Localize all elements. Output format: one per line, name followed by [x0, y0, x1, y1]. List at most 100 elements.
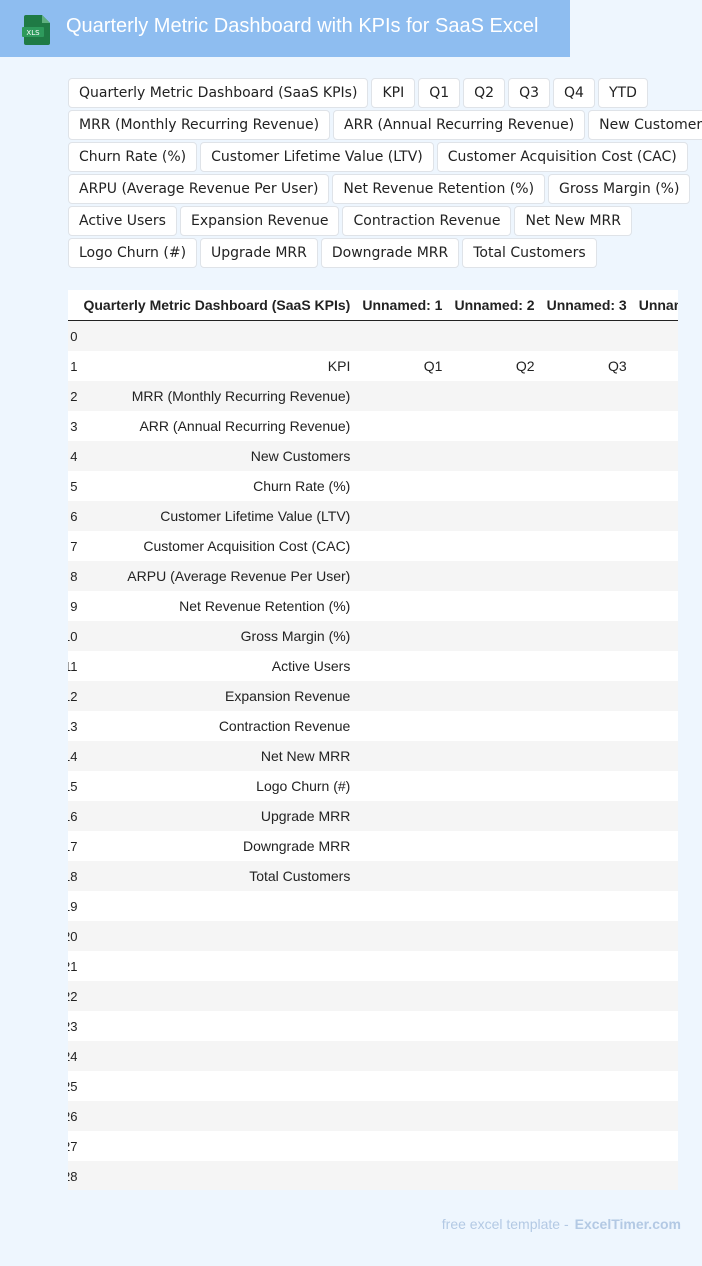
table-cell — [356, 531, 449, 561]
table-row: 25 — [68, 1071, 678, 1101]
table-cell — [448, 320, 541, 351]
table-cell — [632, 381, 678, 411]
table-cell — [632, 831, 678, 861]
column-header[interactable]: Unnamed: 1 — [356, 290, 449, 321]
table-cell — [448, 501, 541, 531]
table-cell — [356, 1131, 449, 1161]
table-body: 01KPIQ1Q2Q3Q42MRR (Monthly Recurring Rev… — [68, 320, 678, 1190]
row-index: 24 — [68, 1041, 78, 1071]
column-chip[interactable]: Downgrade MRR — [320, 238, 460, 268]
table-cell — [448, 1101, 541, 1131]
column-header[interactable]: Unnamed: 4 — [632, 290, 678, 321]
table-cell — [77, 981, 357, 1011]
table-row: 9 Net Revenue Retention (%) — [68, 591, 678, 621]
column-header[interactable]: Unnamed: 2 — [448, 290, 541, 321]
table-row: 6 Customer Lifetime Value (LTV) — [68, 501, 678, 531]
table-cell — [540, 771, 633, 801]
table-cell — [540, 981, 633, 1011]
table-cell — [540, 441, 633, 471]
table-cell — [632, 891, 678, 921]
column-chip[interactable]: Contraction Revenue — [342, 206, 512, 236]
table-cell — [632, 1131, 678, 1161]
table-cell — [540, 621, 633, 651]
table-cell — [77, 1041, 357, 1071]
row-index: 2 — [68, 381, 78, 411]
column-chip[interactable]: Q1 — [418, 78, 461, 108]
row-index: 19 — [68, 891, 78, 921]
table-row: 4 New Customers — [68, 441, 678, 471]
table-cell — [632, 921, 678, 951]
chip-row: ARPU (Average Revenue Per User) Net Reven… — [68, 174, 694, 204]
column-chip[interactable]: Customer Lifetime Value (LTV) — [200, 142, 434, 172]
table-cell — [540, 1161, 633, 1190]
table-cell — [356, 981, 449, 1011]
table-cell — [356, 741, 449, 771]
footer-brand-link[interactable]: ExcelTimer.com — [575, 1216, 681, 1232]
column-chip[interactable]: Customer Acquisition Cost (CAC) — [436, 142, 688, 172]
column-chip[interactable]: Q3 — [508, 78, 551, 108]
table-cell — [356, 441, 449, 471]
table-cell — [448, 1011, 541, 1041]
table-cell — [540, 411, 633, 441]
data-table: Quarterly Metric Dashboard (SaaS KPIs) Un… — [68, 290, 678, 1190]
table-cell — [632, 501, 678, 531]
column-chip[interactable]: Q4 — [553, 78, 595, 108]
table-cell — [448, 1071, 541, 1101]
table-row: 27 — [68, 1131, 678, 1161]
table-cell: Expansion Revenue — [77, 681, 357, 711]
table-cell — [632, 471, 678, 501]
column-chip[interactable]: Quarterly Metric Dashboard (SaaS KPIs) — [68, 78, 369, 108]
row-index: 7 — [68, 531, 78, 561]
row-index: 1 — [68, 351, 78, 381]
data-table-container[interactable]: Quarterly Metric Dashboard (SaaS KPIs) Un… — [68, 290, 678, 1190]
table-cell — [632, 1161, 678, 1190]
column-chip[interactable]: Expansion Revenue — [179, 206, 340, 236]
table-cell — [632, 711, 678, 741]
table-cell: Contraction Revenue — [77, 711, 357, 741]
table-cell — [77, 1101, 357, 1131]
table-cell — [448, 381, 541, 411]
column-chip[interactable]: New Customers — [588, 110, 702, 140]
column-chip[interactable]: Q2 — [463, 78, 506, 108]
column-chip[interactable]: Logo Churn (#) — [68, 238, 198, 268]
table-cell — [632, 561, 678, 591]
table-row: 28 — [68, 1161, 678, 1190]
column-header[interactable]: Quarterly Metric Dashboard (SaaS KPIs) — [77, 290, 357, 321]
column-chip[interactable]: Active Users — [68, 206, 177, 236]
column-chip[interactable]: YTD — [597, 78, 648, 108]
column-chip[interactable]: Churn Rate (%) — [68, 142, 198, 172]
table-cell: Total Customers — [77, 861, 357, 891]
column-chip[interactable]: ARR (Annual Recurring Revenue) — [333, 110, 586, 140]
row-index: 4 — [68, 441, 78, 471]
table-cell: KPI — [77, 351, 357, 381]
table-cell — [540, 741, 633, 771]
table-cell — [448, 831, 541, 861]
column-chip[interactable]: Upgrade MRR — [200, 238, 318, 268]
table-cell: Downgrade MRR — [77, 831, 357, 861]
table-cell: ARPU (Average Revenue Per User) — [77, 561, 357, 591]
table-cell — [356, 621, 449, 651]
column-chip[interactable]: Total Customers — [462, 238, 597, 268]
table-row: 19 — [68, 891, 678, 921]
index-header[interactable] — [68, 290, 78, 321]
column-chip[interactable]: ARPU (Average Revenue Per User) — [68, 174, 330, 204]
table-cell — [448, 621, 541, 651]
table-cell — [632, 741, 678, 771]
table-cell — [77, 921, 357, 951]
table-cell — [540, 531, 633, 561]
page-title: Quarterly Metric Dashboard with KPIs for… — [66, 15, 539, 37]
table-row: 22 — [68, 981, 678, 1011]
column-chip[interactable]: MRR (Monthly Recurring Revenue) — [68, 110, 331, 140]
column-header[interactable]: Unnamed: 3 — [540, 290, 633, 321]
table-cell — [77, 320, 357, 351]
column-chip[interactable]: KPI — [371, 78, 416, 108]
table-cell — [632, 801, 678, 831]
column-chip[interactable]: Net New MRR — [514, 206, 633, 236]
column-chip[interactable]: Net Revenue Retention (%) — [332, 174, 546, 204]
table-cell: Q1 — [356, 351, 449, 381]
column-chip-list: Quarterly Metric Dashboard (SaaS KPIs) KP… — [68, 78, 702, 270]
table-cell — [356, 320, 449, 351]
table-cell — [632, 1041, 678, 1071]
table-cell: Q2 — [448, 351, 541, 381]
column-chip[interactable]: Gross Margin (%) — [548, 174, 691, 204]
